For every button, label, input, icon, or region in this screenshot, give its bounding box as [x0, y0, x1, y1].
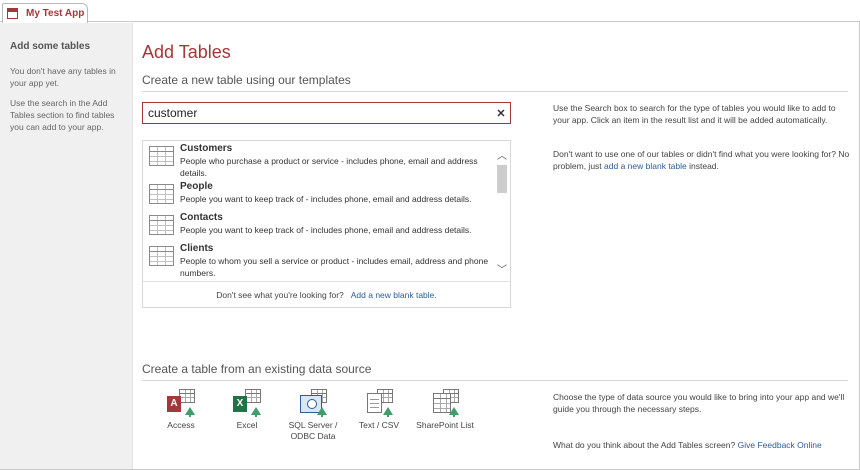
list-item-name: Customers: [180, 143, 233, 154]
source-label: SQL Server / ODBC Data: [288, 420, 338, 441]
list-item-desc: People to whom you sell a service or pro…: [180, 256, 489, 278]
sharepoint-source-button[interactable]: SharePoint List: [412, 389, 478, 442]
divider: [142, 91, 848, 92]
give-feedback-link[interactable]: Give Feedback Online: [738, 440, 822, 450]
app-icon: [7, 8, 18, 19]
feedback-text: What do you think about the Add Tables s…: [553, 440, 736, 450]
page-title: Add Tables: [142, 42, 231, 62]
document-tab[interactable]: My Test App: [2, 3, 88, 23]
list-item-name: People: [180, 181, 213, 192]
table-icon: [149, 184, 174, 204]
table-icon: [149, 215, 174, 235]
table-icon: [149, 246, 174, 266]
source-label: Text / CSV: [358, 420, 400, 430]
excel-source-button[interactable]: X Excel: [214, 389, 280, 442]
sql-server-icon: [299, 389, 327, 417]
text-csv-icon: [365, 389, 393, 417]
table-icon: [149, 146, 174, 166]
blank-table-help: Don't want to use one of our tables or d…: [553, 148, 853, 172]
list-item-desc: People you want to keep track of - inclu…: [180, 225, 472, 235]
search-input[interactable]: [148, 106, 492, 120]
feedback-line: What do you think about the Add Tables s…: [553, 439, 853, 451]
search-help-text: Use the Search box to search for the typ…: [553, 103, 836, 125]
list-item[interactable]: Customers People who purchase a product …: [143, 141, 495, 179]
access-icon: A: [167, 389, 195, 417]
results-scroll-area: Customers People who purchase a product …: [143, 141, 495, 283]
add-blank-table-link[interactable]: Add a new blank table.: [351, 290, 437, 300]
list-item[interactable]: Contacts People you want to keep track o…: [143, 210, 495, 241]
list-item-desc: People who purchase a product or service…: [180, 156, 478, 178]
list-item[interactable]: People People you want to keep track of …: [143, 179, 495, 210]
add-new-blank-table-link[interactable]: add a new blank table: [604, 161, 687, 171]
excel-icon: X: [233, 389, 261, 417]
chevron-up-icon[interactable]: ︿: [494, 147, 510, 162]
chevron-down-icon[interactable]: ﹀: [494, 261, 510, 276]
sharepoint-list-icon: [431, 389, 459, 417]
left-pane-text-2: Use the search in the Add Tables section…: [10, 98, 115, 132]
document-tab-bar: My Test App: [0, 0, 860, 23]
templates-heading: Create a new table using our templates: [142, 73, 351, 87]
access-source-button[interactable]: A Access: [148, 389, 214, 442]
list-item[interactable]: Clients People to whom you sell a servic…: [143, 241, 495, 279]
left-pane: Add some tables You don't have any table…: [0, 23, 133, 470]
list-item-name: Contacts: [180, 212, 223, 223]
results-footer-text: Don't see what you're looking for?: [216, 289, 344, 300]
list-item-desc: People you want to keep track of - inclu…: [180, 194, 472, 204]
source-label: Access: [167, 420, 195, 430]
text-csv-source-button[interactable]: Text / CSV: [346, 389, 412, 442]
data-source-buttons: A Access X Excel SQL Server / ODBC Data …: [148, 389, 478, 442]
source-label: Excel: [236, 420, 258, 430]
left-pane-heading: Add some tables: [10, 41, 91, 52]
scrollbar[interactable]: ︿ ﹀: [494, 141, 510, 283]
divider: [142, 380, 848, 381]
close-icon[interactable]: ✕: [492, 107, 510, 120]
blank-table-help-end: instead.: [689, 161, 719, 171]
results-list: Customers People who purchase a product …: [142, 140, 511, 308]
sql-server-source-button[interactable]: SQL Server / ODBC Data: [280, 389, 346, 442]
left-pane-text-1: You don't have any tables in your app ye…: [10, 66, 116, 88]
document-tab-title: My Test App: [26, 8, 85, 19]
list-item-name: Clients: [180, 243, 214, 254]
search-box: ✕: [142, 102, 511, 124]
existing-source-heading: Create a table from an existing data sou…: [142, 362, 372, 376]
source-label: SharePoint List: [416, 420, 474, 430]
scrollbar-thumb[interactable]: [497, 165, 507, 193]
results-footer: Don't see what you're looking for? Add a…: [143, 281, 510, 307]
data-source-help-text: Choose the type of data source you would…: [553, 392, 845, 414]
